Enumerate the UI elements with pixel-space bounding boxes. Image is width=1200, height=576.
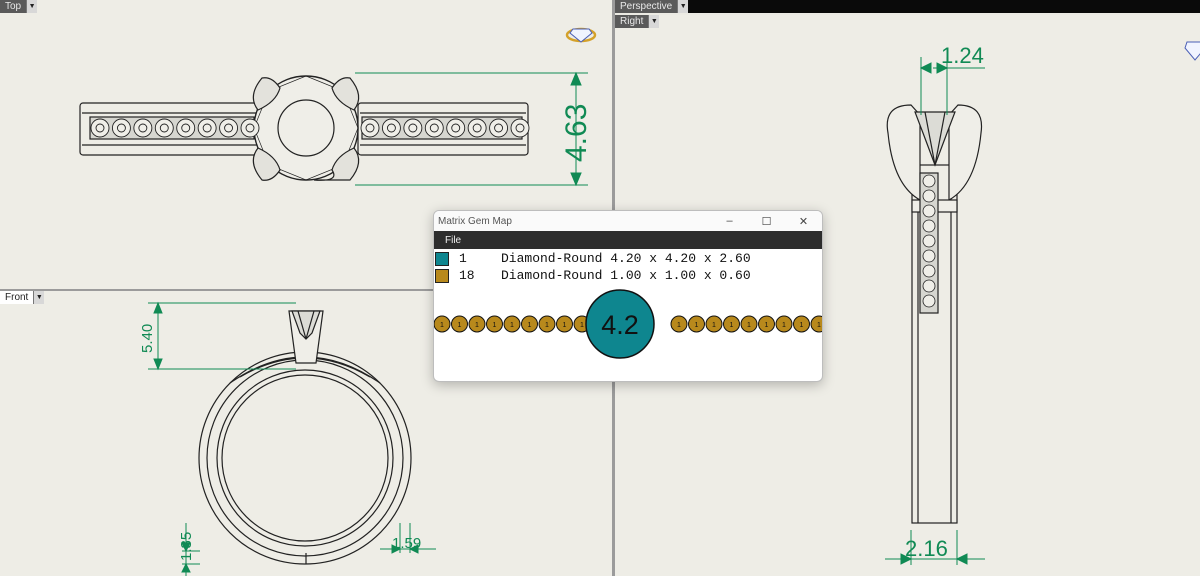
gem-map-small-label: 1: [695, 322, 699, 329]
maximize-icon[interactable]: ☐: [748, 215, 785, 228]
gem-map-small-label: 1: [712, 322, 716, 329]
dimension-front-bottom-left: 1.35: [178, 532, 195, 561]
gem-map-small-label: 1: [563, 322, 567, 329]
gem-map-small-label: 1: [765, 322, 769, 329]
gem-map-large-label: 4.2: [601, 310, 639, 340]
gem-map-small-label: 1: [677, 322, 681, 329]
gem-map-graphic: 1 1 1 1 1 1 1 1 1 1 1 1 1 1 1 1 1 1 4.2: [434, 289, 822, 359]
viewport-perspective[interactable]: Perspective ▼: [615, 0, 1200, 13]
gem-map-small-label: 1: [510, 322, 514, 329]
perspective-gem-icon: [565, 27, 597, 43]
channel-stone: [922, 249, 936, 263]
gem-map-small-label: 1: [817, 322, 821, 329]
gem-map-menubar: File: [434, 231, 822, 249]
gem-map-small-label: 1: [730, 322, 734, 329]
channel-stone: [922, 294, 936, 308]
right-gem-icon: [1184, 41, 1200, 61]
gem-map-small-label: 1: [440, 322, 444, 329]
channel-stone: [922, 204, 936, 218]
channel-stone: [922, 234, 936, 248]
channel-stone: [922, 174, 936, 188]
gem-map-small-label: 1: [580, 322, 584, 329]
dimension-top-height: 4.63: [560, 104, 593, 162]
ring-inner: [216, 369, 394, 547]
minimize-icon[interactable]: –: [711, 215, 748, 227]
gem-map-small-label: 1: [747, 322, 751, 329]
dropdown-arrow-icon[interactable]: ▼: [677, 0, 689, 13]
channel-stone: [922, 279, 936, 293]
dimension-right-top-width: 1.24: [941, 43, 984, 68]
prong-right: [948, 104, 983, 202]
channel-stone: [922, 189, 936, 203]
gem-color-swatch[interactable]: [435, 251, 449, 266]
prong-left: [886, 104, 921, 202]
gem-map-window[interactable]: Matrix Gem Map – ☐ ✕ File 1 Diamond-Roun…: [433, 210, 823, 382]
gem-map-titlebar[interactable]: Matrix Gem Map – ☐ ✕: [434, 211, 822, 231]
channel-stone: [922, 219, 936, 233]
gem-row-large: 1 Diamond-Round 4.20 x 4.20 x 2.60: [434, 250, 822, 267]
gem-map-small-label: 1: [782, 322, 786, 329]
viewport-label-perspective[interactable]: Perspective ▼: [615, 0, 689, 13]
gem-map-small-label: 1: [458, 322, 462, 329]
dimension-front-height: 5.40: [139, 324, 156, 353]
viewport-name: Perspective: [615, 0, 678, 13]
gem-map-small-label: 1: [475, 322, 479, 329]
ring-outer: [198, 351, 412, 565]
gem-map-small-label: 1: [528, 322, 532, 329]
window-title: Matrix Gem Map: [438, 215, 512, 227]
gem-map-small-label: 1: [545, 322, 549, 329]
dimension-front-bottom-right: 1.59: [392, 535, 421, 552]
gem-description: Diamond-Round 4.20 x 4.20 x 2.60: [501, 251, 751, 266]
channel-stone: [922, 264, 936, 278]
dimension-right-bottom-width: 2.16: [905, 536, 948, 561]
close-icon[interactable]: ✕: [785, 215, 822, 228]
gem-count: 1: [459, 251, 467, 266]
menu-file[interactable]: File: [434, 235, 472, 246]
gem-map-small-label: 1: [493, 322, 497, 329]
gem-map-small-label: 1: [800, 322, 804, 329]
